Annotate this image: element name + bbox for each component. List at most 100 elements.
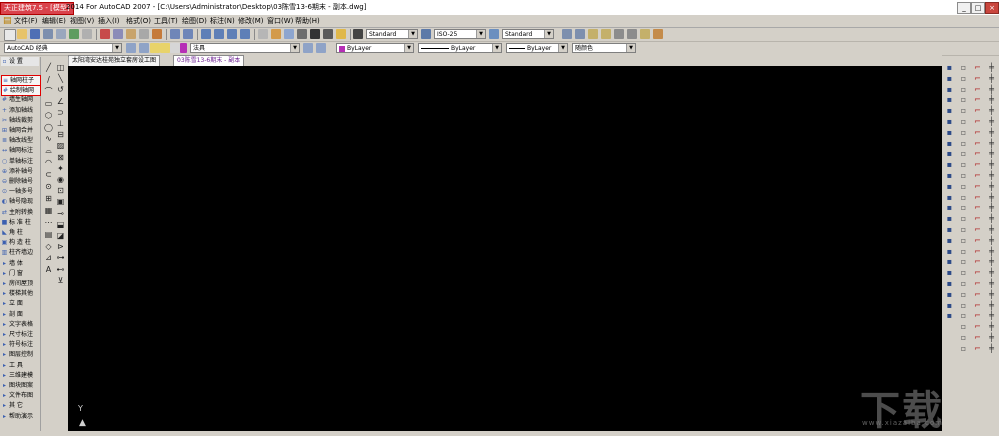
modify-tool-icon[interactable]: ▫ [959,63,968,72]
modify-tool-icon[interactable]: ╪ [987,171,996,180]
modify-tool-icon[interactable]: ▫ [959,149,968,158]
menu-item-27[interactable]: ▸ 图层控制 [1,350,39,359]
modify-tool-icon[interactable]: ╪ [987,344,996,353]
modify-tool-icon[interactable]: ╪ [987,193,996,202]
modify-tool-icon[interactable]: ▫ [959,182,968,191]
modify-tool-icon[interactable]: ▪ [945,171,954,180]
modify-tool-icon[interactable]: ▫ [959,85,968,94]
modify-tool-icon[interactable]: ▪ [945,85,954,94]
draw-tool-icon[interactable]: ⊂ [44,170,53,179]
table-style-select[interactable]: Standard ▼ [502,29,554,39]
menu-file[interactable]: 文件(F) [14,16,38,26]
menu-item-32[interactable]: ▸ 其 它 [1,401,39,410]
modify-tool-icon[interactable]: ⌐ [973,236,982,245]
modify-tool-icon[interactable]: ⌐ [973,247,982,256]
maximize-button[interactable]: □ [971,2,985,14]
modify-tool-icon[interactable]: ⌐ [973,117,982,126]
modify-tool-icon[interactable]: ▫ [959,333,968,342]
menu-item-21[interactable]: ▸ 楼梯其他 [1,289,39,298]
help-icon[interactable] [336,29,346,39]
draw-tool-icon[interactable]: ⌓ [44,146,53,155]
menu-insert[interactable]: 插入(I) [98,16,120,26]
modify-tool-icon[interactable]: ⌐ [973,182,982,191]
layer-previous-icon[interactable] [316,43,326,53]
modify-tool-icon[interactable]: ⌐ [973,257,982,266]
modify-tool-icon[interactable]: ▫ [959,236,968,245]
layer-manager-icon[interactable] [575,29,585,39]
modify-tool-icon[interactable]: ⌐ [973,106,982,115]
zoom-realtime-icon[interactable] [214,29,224,39]
modify-tool-icon[interactable]: ╪ [987,149,996,158]
draw-tool-icon[interactable]: ⊸ [56,209,65,218]
draw-tool-icon[interactable]: ▨ [56,141,65,150]
modify-tool-icon[interactable]: ▪ [945,106,954,115]
menu-item-8[interactable]: ○ 单轴标注 [1,157,39,166]
modify-tool-icon[interactable]: ▫ [959,268,968,277]
draw-tool-icon[interactable]: ⊥ [56,119,65,128]
modify-tool-icon[interactable]: ⌐ [973,279,982,288]
modify-tool-icon[interactable]: ▪ [945,247,954,256]
draw-tool-icon[interactable]: ⊷ [56,265,65,274]
menu-modify[interactable]: 修改(M) [238,16,264,26]
draw-tool-icon[interactable]: ▭ [44,99,53,108]
draw-tool-icon[interactable]: ✦ [56,164,65,173]
modify-tool-icon[interactable]: ▫ [959,139,968,148]
close-button[interactable]: × [985,2,999,14]
modify-tool-icon[interactable]: ╪ [987,322,996,331]
draw-tool-icon[interactable]: ▦ [44,206,53,215]
zoom-previous-icon[interactable] [240,29,250,39]
modify-tool-icon[interactable]: ╪ [987,268,996,277]
modify-tool-icon[interactable]: ▪ [945,139,954,148]
draw-tool-icon[interactable]: ⊃ [56,108,65,117]
modify-tool-icon[interactable]: ╪ [987,203,996,212]
modify-tool-icon[interactable]: ▫ [959,171,968,180]
modify-tool-icon[interactable]: ▫ [959,203,968,212]
modify-tool-icon[interactable]: ▫ [959,344,968,353]
modify-tool-icon[interactable]: ▫ [959,247,968,256]
draw-tool-icon[interactable]: ╱ [44,63,53,72]
draw-tool-icon[interactable]: ⊶ [56,253,65,262]
menu-window[interactable]: 窗口(W) [267,16,293,26]
draw-tool-icon[interactable]: ⬓ [56,220,65,229]
draw-tool-icon[interactable]: ⊿ [44,253,53,262]
modify-tool-icon[interactable]: ▫ [959,128,968,137]
modify-tool-icon[interactable]: ▪ [945,214,954,223]
modify-tool-icon[interactable]: ▫ [959,311,968,320]
menu-item-30[interactable]: ▸ 图块图案 [1,381,39,390]
modify-tool-icon[interactable]: ╪ [987,247,996,256]
save-icon[interactable] [30,29,40,39]
draw-tool-icon[interactable]: ⊙ [44,182,53,191]
modify-tool-icon[interactable]: ▪ [945,182,954,191]
modify-tool-icon[interactable]: ▪ [945,95,954,104]
modify-tool-icon[interactable]: ⌐ [973,311,982,320]
modify-tool-icon[interactable]: ▫ [959,117,968,126]
modify-tool-icon[interactable]: ▫ [959,301,968,310]
draw-tool-icon[interactable]: ⊞ [44,194,53,203]
modify-tool-icon[interactable]: ⌐ [973,95,982,104]
layer-isolate-icon[interactable] [627,29,637,39]
text-style-select[interactable]: Standard ▼ [366,29,418,39]
modify-tool-icon[interactable]: ⌐ [973,333,982,342]
modify-tool-icon[interactable]: ▫ [959,279,968,288]
linetype-select[interactable]: ByLayer ▼ [418,43,502,53]
zoom-window-icon[interactable] [227,29,237,39]
layer-select[interactable]: 法具 ▼ [190,43,300,53]
menu-item-28[interactable]: ▸ 工 具 [1,361,39,370]
modify-tool-icon[interactable]: ▪ [945,149,954,158]
menu-help[interactable]: 帮助(H) [295,16,320,26]
menu-item-25[interactable]: ▸ 尺寸标注 [1,330,39,339]
cut-icon[interactable] [100,29,110,39]
undo-icon[interactable] [170,29,180,39]
draw-tool-icon[interactable]: ⊳ [56,242,65,251]
menu-item-13[interactable]: ⇄ 主附转换 [1,208,39,217]
make-current-icon[interactable] [303,43,313,53]
lineweight-select[interactable]: ByLayer ▼ [506,43,568,53]
draw-tool-icon[interactable]: ◫ [56,63,65,72]
open-file-icon[interactable] [17,29,27,39]
modify-tool-icon[interactable]: ⌐ [973,139,982,148]
modify-tool-icon[interactable]: ╪ [987,63,996,72]
modify-tool-icon[interactable]: ▪ [945,128,954,137]
paste-icon[interactable] [126,29,136,39]
markup-icon[interactable] [310,29,320,39]
menu-item-17[interactable]: ▥ 柱齐墙边 [1,248,39,257]
